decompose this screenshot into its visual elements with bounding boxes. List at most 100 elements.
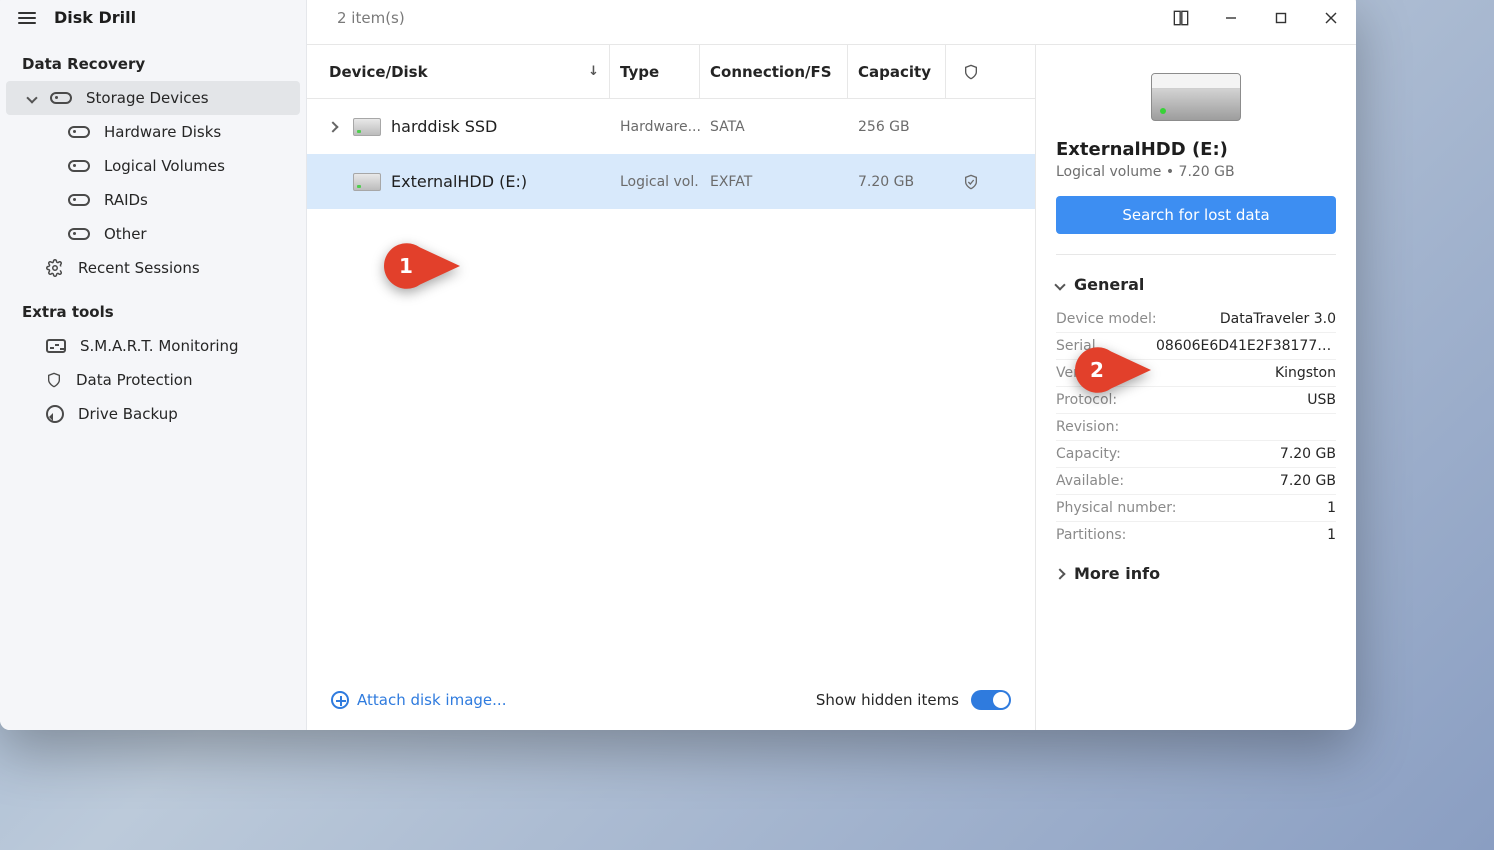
chevron-right-icon[interactable] bbox=[327, 121, 338, 132]
app-window: Disk Drill Data Recovery Storage Devices… bbox=[0, 0, 1356, 730]
detail-title: ExternalHDD (E:) bbox=[1056, 139, 1336, 160]
disk-icon bbox=[68, 160, 90, 172]
sidebar-item-label: Logical Volumes bbox=[104, 157, 225, 175]
main-area: 2 item(s) Dev bbox=[307, 0, 1356, 730]
property-value: 1 bbox=[1327, 500, 1336, 516]
property-row: Physical number: 1 bbox=[1056, 495, 1336, 522]
section-extra-tools: Extra tools bbox=[0, 285, 306, 329]
sidebar-item-data-protection[interactable]: Data Protection bbox=[6, 363, 300, 397]
sidebar-item-label: RAIDs bbox=[104, 191, 148, 209]
top-bar: 2 item(s) bbox=[307, 0, 1356, 45]
sort-desc-icon: ↓ bbox=[588, 64, 599, 79]
chevron-down-icon bbox=[1054, 279, 1065, 290]
property-key: Device model: bbox=[1056, 311, 1157, 327]
sidebar-item-label: Data Protection bbox=[76, 371, 192, 389]
device-name: harddisk SSD bbox=[391, 117, 497, 136]
column-type[interactable]: Type bbox=[610, 45, 700, 98]
monitor-icon bbox=[46, 339, 66, 353]
accordion-general[interactable]: General bbox=[1056, 269, 1336, 300]
property-key: Available: bbox=[1056, 473, 1124, 489]
sidebar-item-other[interactable]: Other bbox=[6, 217, 300, 251]
cell-type: Logical vol... bbox=[610, 154, 700, 209]
device-table: Device/Disk ↓ Type Connection/FS Capacit… bbox=[307, 45, 1036, 730]
accordion-label: More info bbox=[1074, 564, 1160, 583]
column-label: Device/Disk bbox=[329, 63, 428, 81]
property-key: Protocol: bbox=[1056, 392, 1117, 408]
sidebar-item-label: Drive Backup bbox=[78, 405, 178, 423]
property-value: Kingston bbox=[1275, 365, 1336, 381]
hidden-items-toggle[interactable] bbox=[971, 690, 1011, 710]
table-header-row: Device/Disk ↓ Type Connection/FS Capacit… bbox=[307, 45, 1035, 99]
minimize-button[interactable] bbox=[1206, 0, 1256, 45]
accordion-more-info[interactable]: More info bbox=[1056, 558, 1336, 589]
plus-circle-icon bbox=[331, 691, 349, 709]
disk-icon bbox=[68, 126, 90, 138]
property-value: 7.20 GB bbox=[1280, 446, 1336, 462]
column-label: Capacity bbox=[858, 63, 931, 81]
sidebar-item-logical-volumes[interactable]: Logical Volumes bbox=[6, 149, 300, 183]
sidebar-item-drive-backup[interactable]: Drive Backup bbox=[6, 397, 300, 431]
maximize-button[interactable] bbox=[1256, 0, 1306, 45]
shield-icon bbox=[963, 63, 979, 81]
column-label: Type bbox=[620, 63, 659, 81]
bookmark-icon[interactable] bbox=[1156, 0, 1206, 45]
search-lost-data-button[interactable]: Search for lost data bbox=[1056, 196, 1336, 234]
property-key: Partitions: bbox=[1056, 527, 1126, 543]
app-title: Disk Drill bbox=[54, 8, 136, 27]
hidden-items-label: Show hidden items bbox=[816, 691, 959, 709]
history-icon bbox=[46, 405, 64, 423]
disk-icon bbox=[68, 194, 90, 206]
device-name: ExternalHDD (E:) bbox=[391, 172, 527, 191]
attach-disk-image-button[interactable]: Attach disk image... bbox=[331, 691, 506, 709]
cell-connection: EXFAT bbox=[700, 154, 848, 209]
section-data-recovery: Data Recovery bbox=[0, 37, 306, 81]
sidebar-item-smart[interactable]: S.M.A.R.T. Monitoring bbox=[6, 329, 300, 363]
property-key: Capacity: bbox=[1056, 446, 1121, 462]
column-capacity[interactable]: Capacity bbox=[848, 45, 946, 98]
cell-type: Hardware... bbox=[610, 99, 700, 154]
property-value: 7.20 GB bbox=[1280, 473, 1336, 489]
sidebar-item-raids[interactable]: RAIDs bbox=[6, 183, 300, 217]
sidebar-item-label: Hardware Disks bbox=[104, 123, 221, 141]
annotation-badge-1: 1 bbox=[384, 243, 460, 289]
cell-protection bbox=[946, 99, 996, 154]
annotation-badge-2: 2 bbox=[1075, 347, 1151, 393]
sidebar-item-label: Other bbox=[104, 225, 147, 243]
annotation-number: 2 bbox=[1090, 358, 1104, 382]
sidebar-item-hardware-disks[interactable]: Hardware Disks bbox=[6, 115, 300, 149]
property-value: 1 bbox=[1327, 527, 1336, 543]
table-row[interactable]: ExternalHDD (E:) Logical vol... EXFAT 7.… bbox=[307, 154, 1035, 209]
drive-icon bbox=[353, 118, 381, 136]
property-value: DataTraveler 3.0 bbox=[1220, 311, 1336, 327]
sidebar-item-storage-devices[interactable]: Storage Devices bbox=[6, 81, 300, 115]
property-row: Revision: bbox=[1056, 414, 1336, 441]
property-key: Physical number: bbox=[1056, 500, 1177, 516]
attach-label: Attach disk image... bbox=[357, 691, 506, 709]
column-device[interactable]: Device/Disk ↓ bbox=[307, 45, 610, 98]
hamburger-icon[interactable] bbox=[18, 12, 36, 24]
shield-icon bbox=[46, 371, 62, 389]
table-row[interactable]: harddisk SSD Hardware... SATA 256 GB bbox=[307, 99, 1035, 154]
annotation-number: 1 bbox=[399, 254, 413, 278]
shield-check-icon bbox=[963, 173, 979, 191]
column-connection[interactable]: Connection/FS bbox=[700, 45, 848, 98]
sidebar-item-label: S.M.A.R.T. Monitoring bbox=[80, 337, 239, 355]
property-value: 08606E6D41E2F381772C23F6 bbox=[1156, 338, 1336, 354]
sidebar-item-label: Recent Sessions bbox=[78, 259, 200, 277]
properties-list: Device model:DataTraveler 3.0Serial08606… bbox=[1056, 306, 1336, 548]
column-protection[interactable] bbox=[946, 45, 996, 98]
disk-icon bbox=[68, 228, 90, 240]
detail-subtitle: Logical volume • 7.20 GB bbox=[1056, 164, 1336, 180]
chevron-right-icon bbox=[1054, 568, 1065, 579]
property-row: Device model: DataTraveler 3.0 bbox=[1056, 306, 1336, 333]
close-button[interactable] bbox=[1306, 0, 1356, 45]
property-row: Available: 7.20 GB bbox=[1056, 468, 1336, 495]
property-key: Revision: bbox=[1056, 419, 1119, 435]
column-label: Connection/FS bbox=[710, 63, 832, 81]
sidebar-item-label: Storage Devices bbox=[86, 89, 209, 107]
item-count: 2 item(s) bbox=[337, 9, 405, 27]
sidebar-item-recent-sessions[interactable]: Recent Sessions bbox=[6, 251, 300, 285]
chevron-down-icon bbox=[26, 92, 37, 103]
property-row: Partitions: 1 bbox=[1056, 522, 1336, 548]
gear-icon bbox=[46, 259, 64, 277]
